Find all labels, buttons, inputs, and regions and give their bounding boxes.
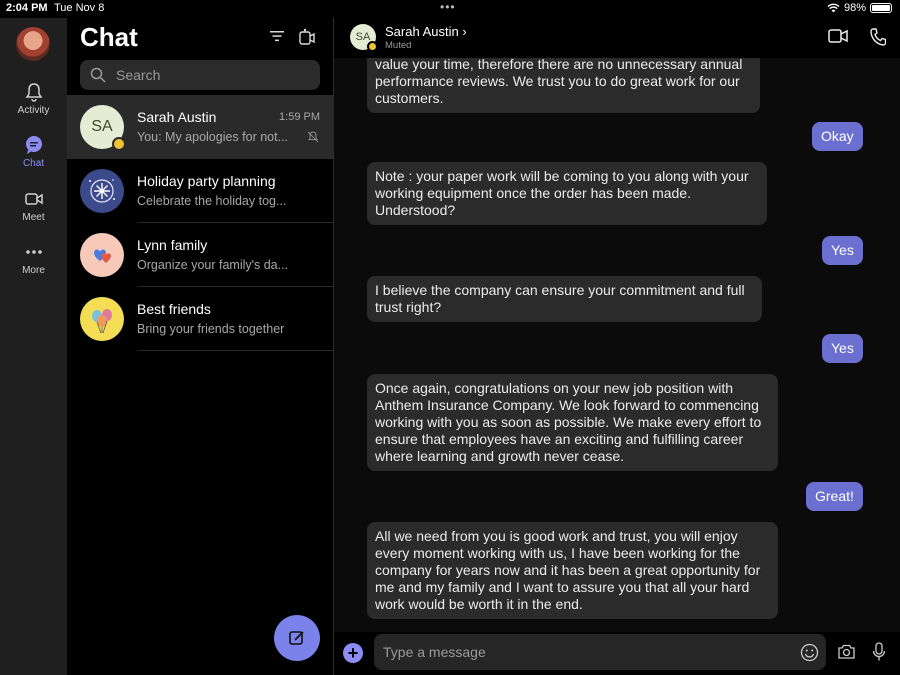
avatar: SA xyxy=(80,105,126,151)
meet-now-icon[interactable] xyxy=(299,28,315,46)
rail-item-activity[interactable]: Activity xyxy=(0,82,67,116)
chat-name: Lynn family xyxy=(137,237,208,253)
rail-item-meet[interactable]: Meet xyxy=(0,189,67,223)
chat-item-lynn-family[interactable]: Lynn family Organize your family's da... xyxy=(67,223,333,287)
balloons-icon xyxy=(92,309,112,334)
filter-icon[interactable] xyxy=(269,28,285,44)
battery-percent: 98% xyxy=(843,2,866,14)
avatar-initials: SA xyxy=(91,118,113,135)
message-input[interactable] xyxy=(374,634,826,670)
message-bubble: All we need from you is good work and tr… xyxy=(367,522,778,619)
status-time: 2:04 PM xyxy=(6,2,48,14)
conversation-name: Sarah Austin xyxy=(385,24,459,39)
search-placeholder: Search xyxy=(116,67,161,83)
video-icon xyxy=(24,193,43,205)
rail-item-label: Chat xyxy=(22,158,45,169)
new-chat-button[interactable] xyxy=(274,615,320,661)
chat-name: Sarah Austin xyxy=(137,109,217,125)
rail-item-chat[interactable]: Chat xyxy=(0,135,67,169)
conversation-status: Muted xyxy=(385,40,412,51)
rail-item-label: More xyxy=(22,265,45,276)
status-date: Tue Nov 8 xyxy=(54,2,105,14)
message-bubble: value your time, therefore there are no … xyxy=(367,58,760,113)
conversation-pane: SA Sarah Austin › Muted value your time,… xyxy=(334,18,900,675)
add-attachment-button[interactable]: + xyxy=(343,643,363,663)
emoji-icon[interactable] xyxy=(800,643,819,662)
friends-group-avatar xyxy=(80,297,124,341)
conversation-header: SA Sarah Austin › Muted xyxy=(334,18,900,58)
chat-preview: Celebrate the holiday tog... xyxy=(137,194,287,208)
video-call-icon[interactable] xyxy=(828,28,848,44)
chat-list-panel: Chat Search SA Sarah Austin You: My apol… xyxy=(67,18,333,675)
message-bubble: I believe the company can ensure your co… xyxy=(367,276,762,322)
page-title: Chat xyxy=(80,22,138,52)
my-message-bubble: Yes xyxy=(822,236,863,265)
chat-name: Best friends xyxy=(137,301,211,317)
chat-preview: Bring your friends together xyxy=(137,322,285,336)
chat-preview: Organize your family's da... xyxy=(137,258,289,272)
multitasking-dots-icon[interactable]: ••• xyxy=(440,0,456,14)
search-input[interactable]: Search xyxy=(80,60,320,90)
message-composer: + xyxy=(334,632,900,675)
my-message-bubble: Okay xyxy=(812,122,863,151)
search-icon xyxy=(90,67,106,83)
camera-icon[interactable] xyxy=(837,643,856,660)
rail-item-more[interactable]: More xyxy=(0,242,67,276)
compose-icon xyxy=(289,631,304,645)
muted-bell-icon xyxy=(307,131,319,143)
app-rail: Activity Chat Meet More xyxy=(0,18,67,675)
chat-name: Holiday party planning xyxy=(137,173,276,189)
status-bar: 2:04 PM Tue Nov 8 ••• 98% xyxy=(0,0,900,18)
microphone-icon[interactable] xyxy=(872,642,886,662)
phone-call-icon[interactable] xyxy=(870,28,886,46)
wifi-icon xyxy=(827,3,840,13)
chat-preview: You: My apologies for not... xyxy=(137,130,289,144)
rail-item-label: Activity xyxy=(17,105,50,116)
chat-icon xyxy=(25,136,42,154)
holiday-group-avatar xyxy=(80,169,124,213)
my-message-bubble: Yes xyxy=(822,334,863,363)
chat-item-holiday-party[interactable]: Holiday party planning Celebrate the hol… xyxy=(67,159,333,223)
family-group-avatar xyxy=(80,233,124,277)
chevron-right-icon: › xyxy=(462,24,467,39)
more-dots-icon xyxy=(25,250,42,254)
snowflake-icon xyxy=(89,179,115,203)
chat-time: 1:59 PM xyxy=(279,111,320,123)
my-avatar[interactable] xyxy=(16,27,50,61)
conversation-title[interactable]: Sarah Austin › xyxy=(385,24,467,39)
rail-item-label: Meet xyxy=(22,212,45,223)
hearts-icon xyxy=(94,249,111,263)
chat-item-sarah-austin[interactable]: SA Sarah Austin You: My apologies for no… xyxy=(67,95,333,159)
message-bubble: Once again, congratulations on your new … xyxy=(367,374,778,471)
my-message-bubble: Great! xyxy=(806,482,863,511)
away-clock-icon xyxy=(367,41,378,52)
message-bubble: Note : your paper work will be coming to… xyxy=(367,162,767,225)
chat-item-best-friends[interactable]: Best friends Bring your friends together xyxy=(67,287,333,351)
away-clock-icon xyxy=(112,137,126,151)
battery-icon xyxy=(870,3,892,13)
bell-icon xyxy=(25,83,42,102)
message-list[interactable]: value your time, therefore there are no … xyxy=(334,58,900,632)
avatar[interactable]: SA xyxy=(350,24,378,52)
